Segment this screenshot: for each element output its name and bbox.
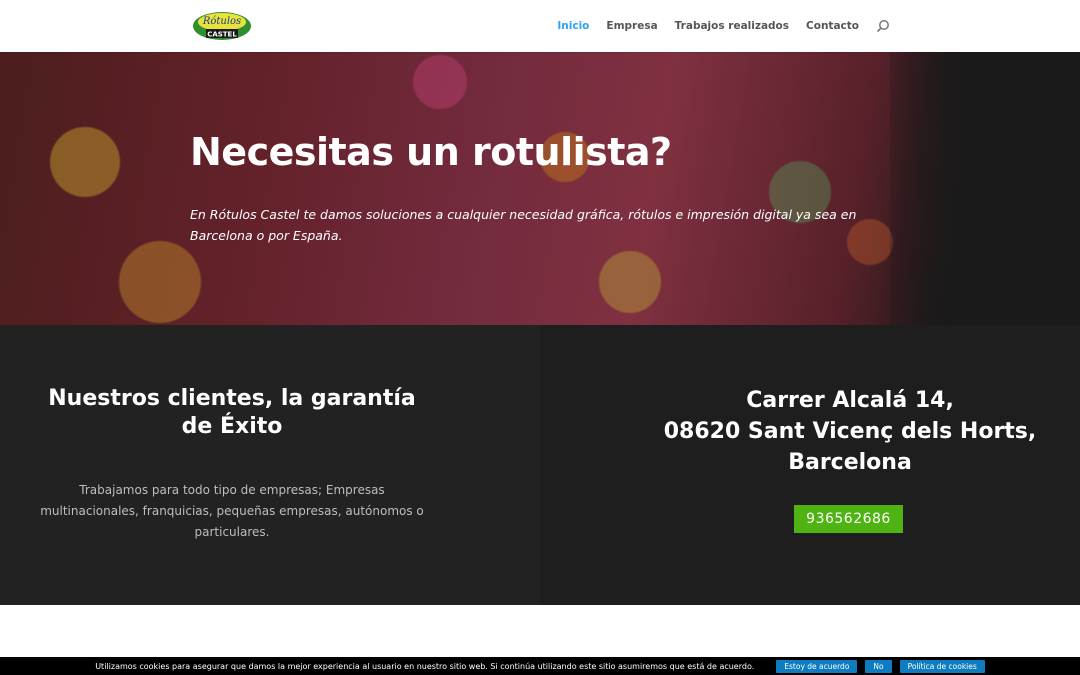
hero-text: En Rótulos Castel te damos soluciones a … bbox=[190, 207, 857, 243]
nav-inicio[interactable]: Inicio bbox=[557, 20, 589, 32]
search-icon[interactable] bbox=[876, 19, 890, 33]
clients-column: Nuestros clientes, la garantía de Éxito … bbox=[0, 325, 540, 605]
clients-text: Trabajamos para todo tipo de empresas; E… bbox=[40, 483, 424, 539]
hero-banner: Necesitas un rotulista? En Rótulos Caste… bbox=[0, 52, 1080, 325]
site-header: Rótulos CASTEL Inicio Empresa Trabajos r… bbox=[0, 0, 1080, 52]
cookie-policy-button[interactable]: Política de cookies bbox=[899, 659, 985, 673]
address-line-3: Barcelona bbox=[788, 450, 912, 475]
cookie-text: Utilizamos cookies para asegurar que dam… bbox=[95, 661, 755, 671]
clients-title: Nuestros clientes, la garantía de Éxito bbox=[48, 386, 416, 439]
nav-empresa[interactable]: Empresa bbox=[606, 20, 657, 32]
phone-button[interactable]: 936562686 bbox=[794, 505, 903, 533]
nav-contacto[interactable]: Contacto bbox=[806, 20, 859, 32]
cookie-bar: Utilizamos cookies para asegurar que dam… bbox=[0, 657, 1080, 675]
cookie-accept-button[interactable]: Estoy de acuerdo bbox=[776, 659, 858, 673]
logo-text-top: Rótulos bbox=[202, 16, 241, 27]
address-block: Carrer Alcalá 14, 08620 Sant Vicenç dels… bbox=[620, 385, 1080, 478]
address-line-2: 08620 Sant Vicenç dels Horts, bbox=[663, 419, 1037, 444]
logo-text-bottom: CASTEL bbox=[207, 31, 237, 39]
logo[interactable]: Rótulos CASTEL bbox=[192, 8, 252, 42]
main-nav: Inicio Empresa Trabajos realizados Conta… bbox=[540, 0, 890, 52]
hero-dark-overlay bbox=[890, 52, 1080, 325]
nav-trabajos-realizados[interactable]: Trabajos realizados bbox=[675, 20, 789, 32]
hero-title: Necesitas un rotulista? bbox=[190, 130, 672, 174]
cookie-no-button[interactable]: No bbox=[865, 659, 892, 673]
address-line-1: Carrer Alcalá 14, bbox=[746, 388, 954, 413]
